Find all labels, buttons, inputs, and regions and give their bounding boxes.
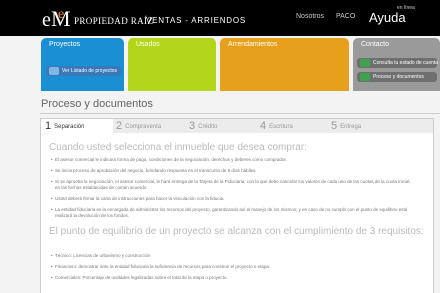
divider — [40, 113, 440, 114]
logo-mark-icon: e M e — [42, 6, 70, 31]
step-label: Separación — [54, 124, 85, 130]
svg-text:e: e — [58, 7, 64, 22]
help-link[interactable]: Ayuda — [369, 10, 406, 25]
step-credito[interactable]: 3 Crédito — [189, 119, 217, 133]
step-escritura[interactable]: 4 Escritura — [260, 119, 293, 133]
list-item: El asesor comercial le indicará forma de… — [51, 157, 415, 163]
step-compraventa[interactable]: 2 Compraventa — [116, 119, 161, 133]
list-item: Se inicia proceso de aprobación del nego… — [51, 168, 415, 174]
page-title: Proceso y documentos — [41, 98, 153, 110]
top-nav: Nosotros PACO — [296, 13, 365, 20]
step-number: 3 — [189, 120, 196, 132]
panel-contacto: Consulta tu estado de cuenta Proceso y d… — [353, 51, 440, 91]
step-number: 1 — [45, 120, 52, 132]
list-item: La entidad fiduciaria es la encargada de… — [51, 207, 415, 219]
step-number: 4 — [260, 120, 267, 132]
section-heading: Cuando usted selecciona el inmueble que … — [49, 142, 307, 153]
list-icon — [49, 67, 59, 75]
step-number: 5 — [331, 120, 338, 132]
step-label: Compraventa — [125, 124, 162, 130]
list-item: Usted deberá firmar la carta de instrucc… — [51, 196, 415, 202]
documents-icon — [360, 73, 370, 81]
list-item: Comerciales: Porcentaje de unidades lega… — [51, 275, 415, 281]
list-item: Financiero: demostrar ante la entidad fi… — [51, 264, 415, 270]
panel-arrendamientos — [220, 51, 349, 91]
tab-arrendamientos[interactable]: Arrendamientos — [220, 38, 349, 51]
section-heading: El punto de equilibrio de un proyecto se… — [49, 226, 424, 237]
step-label: Crédito — [198, 124, 218, 130]
nav-link-nosotros[interactable]: Nosotros — [296, 13, 324, 20]
account-icon — [360, 59, 370, 67]
top-header: e M e PROPIEDAD RAÍZ VENTAS - ARRIENDOS … — [0, 0, 440, 36]
panel-usados — [128, 51, 216, 91]
proceso-documentos-label: Proceso y documentos — [373, 74, 424, 80]
proceso-documentos-button[interactable]: Proceso y documentos — [357, 72, 437, 82]
logo-text: PROPIEDAD RAÍZ — [74, 16, 154, 26]
estado-cuenta-button[interactable]: Consulta tu estado de cuenta — [357, 58, 439, 68]
content-area: Cuando usted selecciona el inmueble que … — [40, 133, 434, 293]
steps-bar: 1 Separación 2 Compraventa 3 Crédito 4 Escri… — [40, 118, 434, 134]
step-separacion[interactable]: 1 Separación — [41, 119, 113, 133]
panel-proyectos: Ver Listado de proyectos — [41, 51, 124, 91]
estado-cuenta-label: Consulta tu estado de cuenta — [373, 60, 439, 66]
nav-link-paco[interactable]: PACO — [336, 13, 355, 20]
tagline: VENTAS - ARRIENDOS — [146, 16, 247, 25]
listado-proyectos-button[interactable]: Ver Listado de proyectos — [46, 66, 121, 76]
listado-proyectos-label: Ver Listado de proyectos — [62, 68, 118, 74]
list-item: Técnico: Licencias de urbanismo y constr… — [51, 253, 415, 259]
svg-text:e: e — [42, 9, 51, 31]
step-label: Entrega — [340, 124, 362, 130]
main-nav: Proyectos Usados Arrendamientos Contacto… — [40, 36, 440, 92]
tab-proyectos[interactable]: Proyectos — [41, 38, 124, 51]
tab-contacto[interactable]: Contacto — [353, 38, 440, 51]
tab-usados[interactable]: Usados — [128, 38, 216, 51]
help-sub-label: en línea — [397, 5, 415, 11]
step-label: Escritura — [269, 124, 293, 130]
step-entrega[interactable]: 5 Entrega — [331, 119, 361, 133]
step-number: 2 — [116, 120, 123, 132]
list-item: Si se aprueba la negociación, el asesor … — [51, 179, 415, 191]
